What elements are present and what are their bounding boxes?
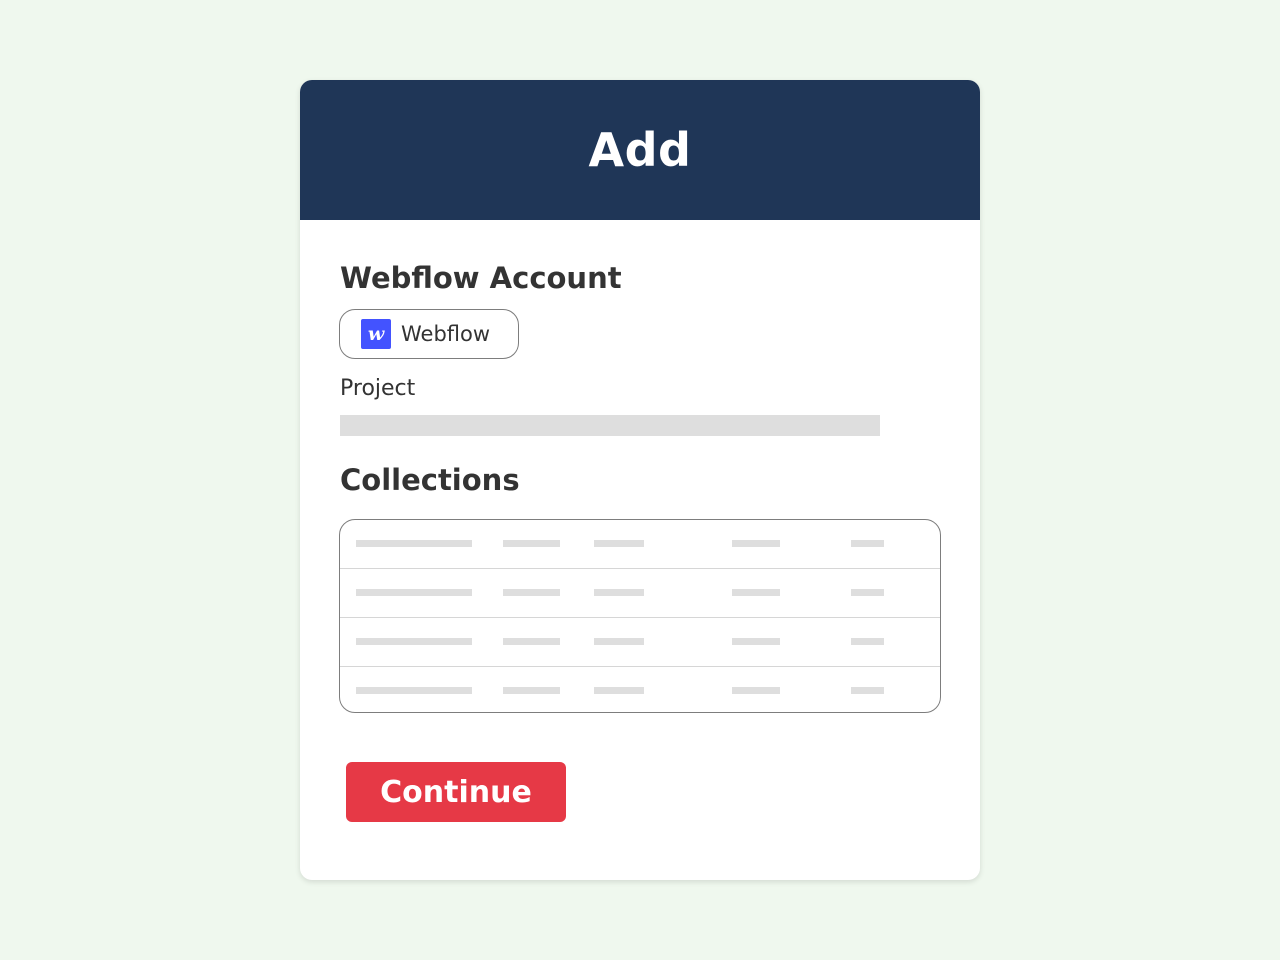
account-selector[interactable]: w Webflow (339, 309, 519, 359)
project-label: Project (340, 376, 416, 401)
table-row[interactable] (340, 569, 940, 618)
placeholder-cell (356, 540, 472, 547)
placeholder-cell (732, 589, 780, 596)
account-name: Webflow (401, 322, 491, 346)
placeholder-cell (732, 638, 780, 645)
placeholder-cell (503, 589, 560, 596)
collections-table (339, 519, 941, 713)
table-row[interactable] (340, 618, 940, 667)
continue-button[interactable]: Continue (346, 762, 566, 822)
placeholder-cell (356, 687, 472, 694)
placeholder-cell (503, 540, 560, 547)
placeholder-cell (594, 540, 644, 547)
dialog-header: Add (300, 80, 980, 220)
placeholder-cell (594, 638, 644, 645)
add-dialog: Add Webflow Account w Webflow Project Co… (300, 80, 980, 880)
placeholder-cell (851, 638, 884, 645)
placeholder-cell (851, 589, 884, 596)
placeholder-cell (594, 589, 644, 596)
placeholder-cell (356, 638, 472, 645)
placeholder-cell (732, 687, 780, 694)
table-row[interactable] (340, 667, 940, 712)
placeholder-cell (503, 687, 560, 694)
placeholder-cell (594, 687, 644, 694)
placeholder-cell (732, 540, 780, 547)
collections-section-title: Collections (340, 463, 520, 497)
project-field[interactable] (340, 415, 880, 436)
placeholder-cell (356, 589, 472, 596)
table-row[interactable] (340, 520, 940, 569)
account-section-title: Webflow Account (340, 261, 622, 295)
webflow-logo-icon: w (361, 319, 391, 349)
placeholder-cell (851, 687, 884, 694)
dialog-title: Add (588, 123, 692, 177)
placeholder-cell (851, 540, 884, 547)
placeholder-cell (503, 638, 560, 645)
